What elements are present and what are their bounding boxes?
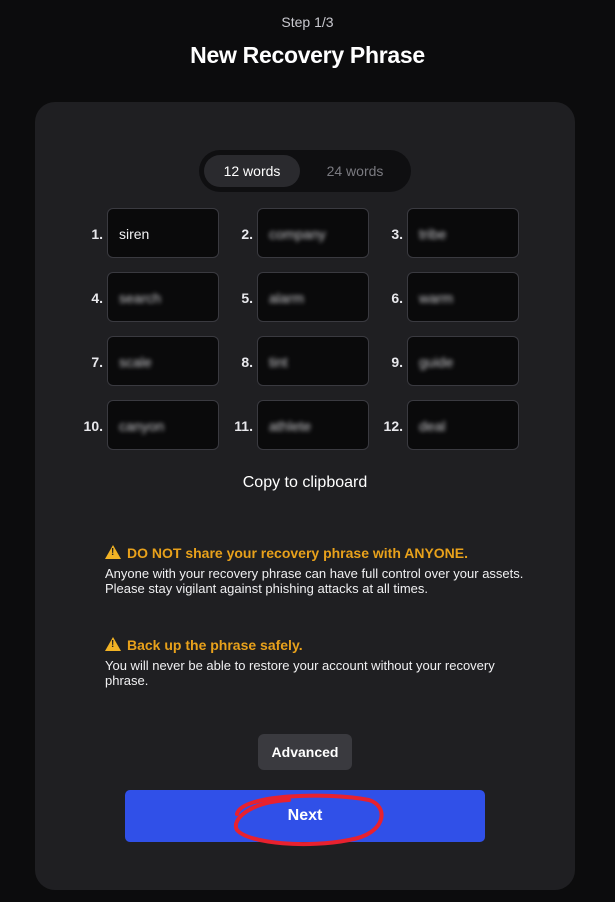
word-text: guide — [419, 354, 454, 370]
warning-icon — [105, 637, 121, 651]
word-text: warm — [419, 290, 454, 306]
word-cell: 1. siren — [75, 208, 225, 260]
word-cell: 5. alarm — [225, 272, 375, 324]
word-cell: 4. search — [75, 272, 225, 324]
word-cell: 12. deal — [375, 400, 525, 452]
word-number: 2. — [241, 226, 253, 242]
word-count-toggle: 12 words 24 words — [199, 150, 411, 192]
word-field[interactable]: search — [107, 272, 219, 322]
word-number: 4. — [91, 290, 103, 306]
toggle-24-words[interactable]: 24 words — [304, 155, 406, 187]
recovery-card: 12 words 24 words 1. siren 2. company 3.… — [35, 102, 575, 890]
word-text: tribe — [419, 226, 447, 242]
word-text: canyon — [119, 418, 165, 434]
page-title: New Recovery Phrase — [190, 42, 425, 68]
warning-share: DO NOT share your recovery phrase with A… — [105, 544, 525, 596]
warning-body: Anyone with your recovery phrase can hav… — [105, 566, 524, 596]
word-cell: 2. company — [225, 208, 375, 260]
word-number: 11. — [234, 418, 253, 434]
warning-body: You will never be able to restore your a… — [105, 658, 495, 688]
warning-heading: Back up the phrase safely. — [105, 636, 525, 654]
word-cell: 10. canyon — [75, 400, 225, 452]
word-text: tint — [269, 354, 288, 370]
word-cell: 7. scale — [75, 336, 225, 388]
step-indicator: Step 1/3 — [281, 14, 334, 30]
warning-heading-text: DO NOT share your recovery phrase with A… — [127, 545, 469, 561]
word-text: siren — [119, 226, 150, 242]
word-field[interactable]: athlete — [257, 400, 369, 450]
word-cell: 8. tint — [225, 336, 375, 388]
word-cell: 9. guide — [375, 336, 525, 388]
word-field[interactable]: guide — [407, 336, 519, 386]
warning-heading-text: Back up the phrase safely. — [127, 637, 303, 653]
word-field[interactable]: company — [257, 208, 369, 258]
word-number: 10. — [83, 418, 103, 434]
word-number: 7. — [91, 354, 103, 370]
word-field[interactable]: canyon — [107, 400, 219, 450]
advanced-button[interactable]: Advanced — [258, 734, 352, 770]
word-field[interactable]: deal — [407, 400, 519, 450]
word-number: 8. — [241, 354, 253, 370]
word-number: 12. — [383, 418, 403, 434]
next-button[interactable]: Next — [125, 790, 485, 842]
word-field[interactable]: tint — [257, 336, 369, 386]
recovery-phrase-page: Step 1/3 New Recovery Phrase 12 words 24… — [0, 0, 615, 902]
copy-to-clipboard-button[interactable]: Copy to clipboard — [35, 474, 575, 492]
word-text: search — [119, 290, 162, 306]
word-cell: 11. athlete — [225, 400, 375, 452]
word-field[interactable]: tribe — [407, 208, 519, 258]
word-text: deal — [419, 418, 446, 434]
toggle-12-words[interactable]: 12 words — [204, 155, 300, 187]
word-text: scale — [119, 354, 152, 370]
word-text: athlete — [269, 418, 312, 434]
word-number: 3. — [391, 226, 403, 242]
word-text: company — [269, 226, 326, 242]
word-number: 1. — [91, 226, 103, 242]
warning-backup: Back up the phrase safely. You will neve… — [105, 636, 525, 688]
word-field[interactable]: warm — [407, 272, 519, 322]
word-number: 6. — [391, 290, 403, 306]
warning-heading: DO NOT share your recovery phrase with A… — [105, 544, 525, 562]
word-number: 5. — [241, 290, 253, 306]
word-text: alarm — [269, 290, 305, 306]
word-cell: 6. warm — [375, 272, 525, 324]
word-cell: 3. tribe — [375, 208, 525, 260]
word-number: 9. — [391, 354, 403, 370]
word-field[interactable]: scale — [107, 336, 219, 386]
word-field[interactable]: alarm — [257, 272, 369, 322]
warning-icon — [105, 545, 121, 559]
word-field[interactable]: siren — [107, 208, 219, 258]
